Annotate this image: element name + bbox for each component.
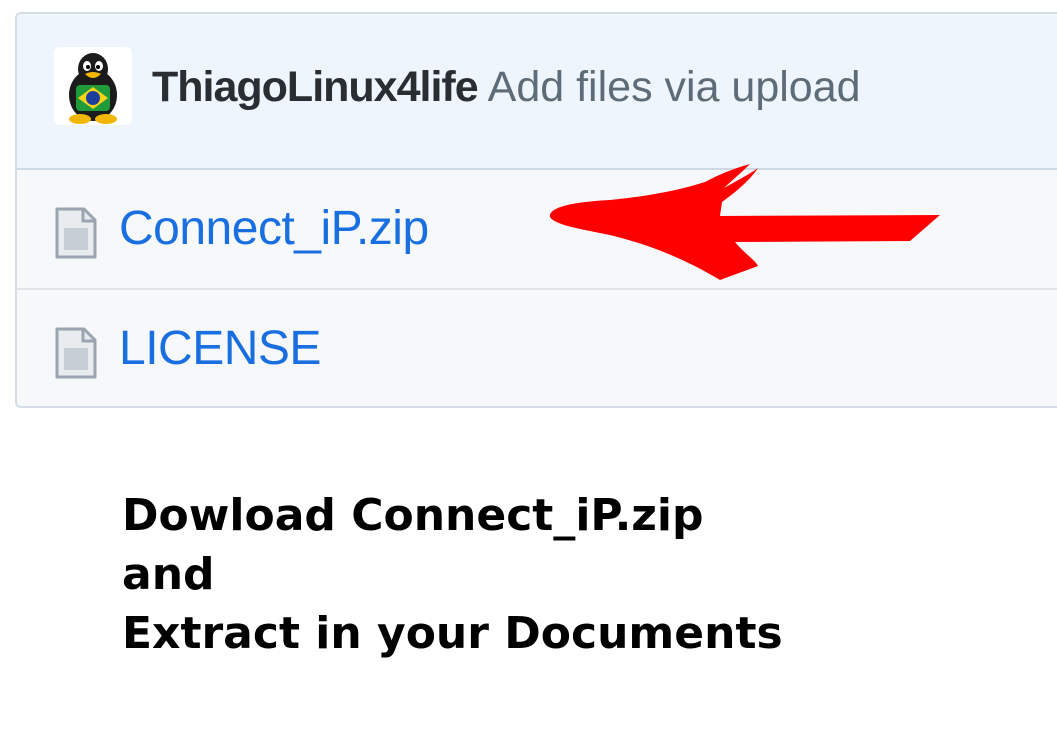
- file-link-license[interactable]: LICENSE: [119, 320, 321, 378]
- avatar[interactable]: [54, 47, 132, 125]
- file-link-connect-ip-zip[interactable]: Connect_iP.zip: [119, 200, 429, 258]
- latest-commit-bar: ThiagoLinux4life Add files via upload: [17, 14, 1057, 170]
- file-icon: [55, 207, 97, 259]
- file-row-license[interactable]: LICENSE: [17, 290, 1057, 406]
- instruction-line-3: Extract in your Documents: [122, 608, 783, 659]
- tux-penguin-icon: [69, 53, 117, 124]
- commit-author[interactable]: ThiagoLinux4life: [152, 63, 479, 111]
- file-icon: [55, 327, 97, 379]
- red-arrow-annotation: [549, 164, 940, 280]
- instruction-line-2: and: [122, 549, 215, 600]
- commit-summary: ThiagoLinux4life Add files via upload: [152, 61, 861, 113]
- instructions-text: Dowload Connect_iP.zip and Extract in yo…: [122, 486, 783, 663]
- instruction-line-1: Dowload Connect_iP.zip: [122, 490, 704, 541]
- commit-message[interactable]: Add files via upload: [488, 63, 861, 111]
